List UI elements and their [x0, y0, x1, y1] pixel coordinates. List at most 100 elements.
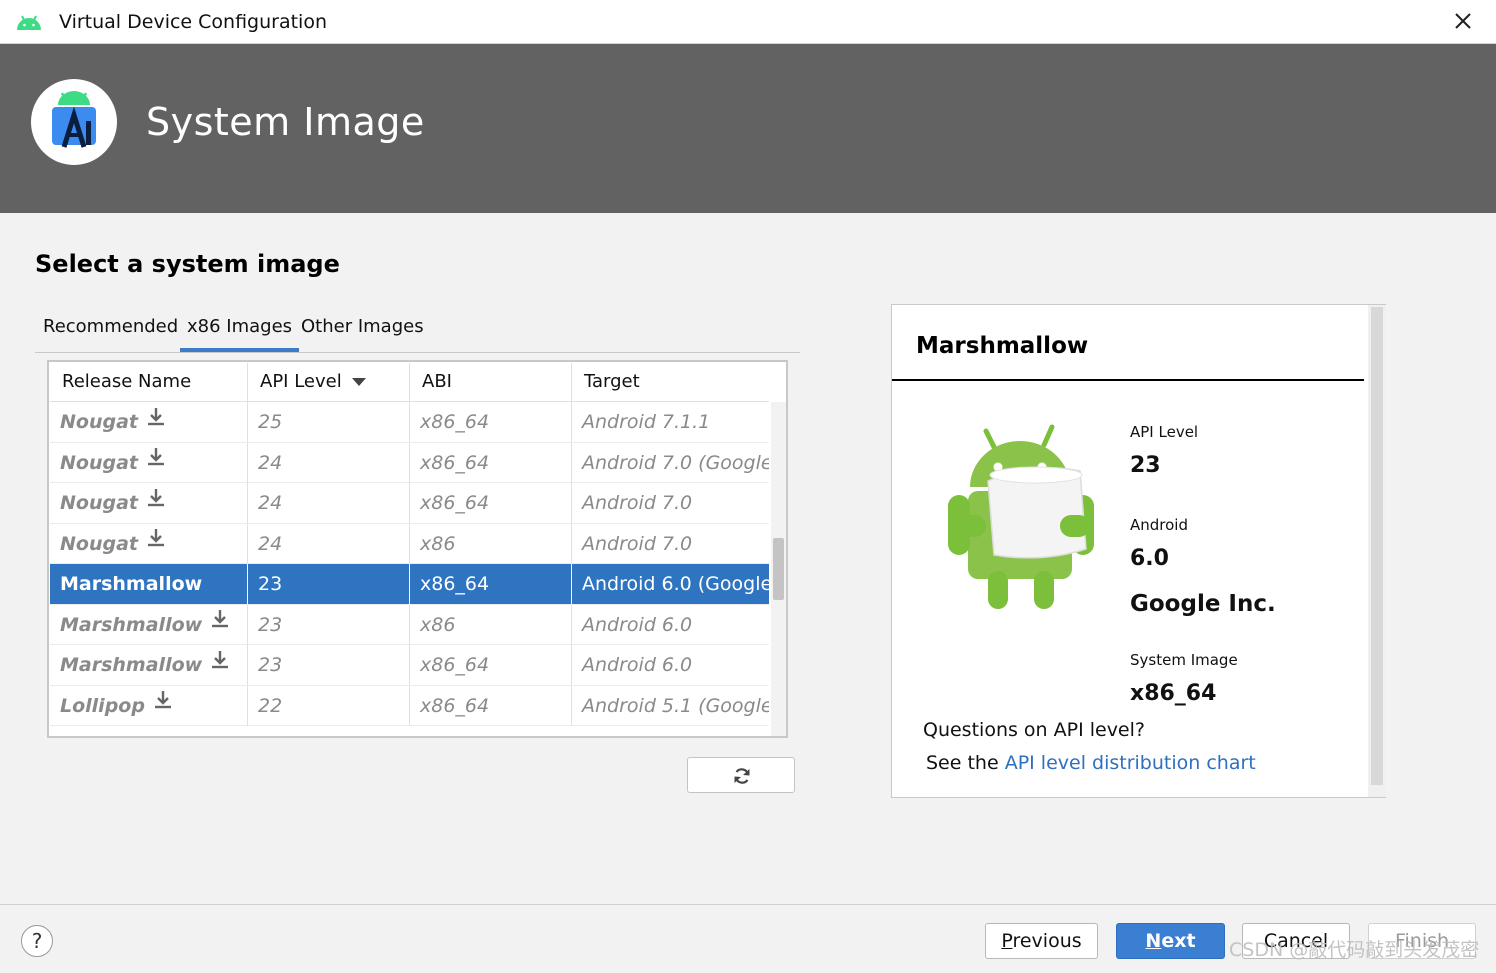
- cell-abi: x86_64: [410, 645, 572, 685]
- mnemonic: N: [1145, 930, 1162, 952]
- cell-text: Android 7.0 (Google APIs): [582, 451, 769, 474]
- hint-prefix: See the: [926, 752, 1005, 774]
- details-scrollbar[interactable]: [1368, 305, 1386, 797]
- cell-target: Android 6.0: [572, 645, 769, 685]
- cell-api: 25: [248, 402, 410, 442]
- cell-api: 23: [248, 604, 410, 645]
- cell-text: x86: [420, 532, 456, 555]
- cell-text: x86_64: [420, 694, 490, 717]
- table-row[interactable]: Nougat 24 x86_64 Android 7.0: [50, 483, 769, 524]
- cell-text: Nougat: [60, 451, 138, 474]
- tab-recommended[interactable]: Recommended: [43, 314, 178, 348]
- table-row[interactable]: Marshmallow 23 x86_64 Android 6.0 (Google A…: [50, 564, 769, 605]
- cell-abi: x86_64: [410, 483, 572, 523]
- android-icon: [17, 15, 41, 30]
- tab-x86-images[interactable]: x86 Images: [180, 314, 300, 352]
- download-icon[interactable]: [146, 483, 166, 521]
- cell-name: Nougat: [50, 402, 248, 442]
- download-icon[interactable]: [210, 645, 230, 683]
- table-row[interactable]: Marshmallow 23 x86_64 Android 6.0: [50, 645, 769, 686]
- cell-text: Android 6.0: [582, 613, 693, 636]
- system-image-value: x86_64: [1130, 681, 1217, 706]
- cell-abi: x86_64: [410, 685, 572, 726]
- section-title: Select a system image: [35, 250, 340, 278]
- api-level-value: 23: [1130, 453, 1161, 478]
- cell-api: 23: [248, 564, 410, 604]
- cell-api: 24: [248, 442, 410, 483]
- cell-name: Nougat: [50, 523, 248, 564]
- download-icon[interactable]: [210, 605, 230, 643]
- api-chart-hint: See the API level distribution chart: [926, 752, 1256, 774]
- column-header-abi[interactable]: ABI: [410, 363, 572, 401]
- cell-api: 23: [248, 645, 410, 685]
- previous-button[interactable]: Previous: [985, 923, 1098, 959]
- cell-api: 24: [248, 523, 410, 564]
- system-image-label: System Image: [1130, 651, 1238, 669]
- cell-target: Android 6.0 (Google APIs): [572, 564, 769, 604]
- next-button[interactable]: Next: [1116, 923, 1225, 959]
- table-row[interactable]: Nougat 24 x86_64 Android 7.0 (Google APIs): [50, 442, 769, 483]
- tab-other-images[interactable]: Other Images: [301, 314, 424, 348]
- cell-target: Android 6.0: [572, 605, 769, 645]
- header-banner: System Image: [0, 44, 1496, 213]
- details-scrollbar-thumb[interactable]: [1371, 307, 1383, 785]
- cell-text: Android 6.0 (Google APIs): [582, 573, 769, 595]
- cell-text: Nougat: [60, 492, 138, 514]
- api-distribution-link[interactable]: API level distribution chart: [1005, 752, 1256, 774]
- cell-abi: x86_64: [410, 564, 572, 604]
- cell-abi: x86: [410, 604, 572, 645]
- cell-text: x86_64: [420, 492, 490, 514]
- download-icon[interactable]: [146, 402, 166, 440]
- cell-text: 22: [258, 694, 283, 717]
- cell-text: Android 6.0: [582, 654, 693, 676]
- cell-text: Nougat: [60, 532, 138, 555]
- title-bar: Virtual Device Configuration: [0, 0, 1496, 44]
- column-header-release-name[interactable]: Release Name: [50, 363, 248, 401]
- column-label: Target: [584, 371, 640, 392]
- close-icon[interactable]: [1450, 8, 1476, 34]
- cell-target: Android 7.0: [572, 483, 769, 523]
- android-studio-logo: [31, 79, 117, 165]
- cell-text: x86_64: [420, 411, 490, 433]
- button-label: revious: [1012, 930, 1082, 952]
- page-heading: System Image: [146, 100, 425, 144]
- refresh-button[interactable]: [687, 757, 795, 793]
- watermark: CSDN @敲代码敲到头发茂密: [1229, 939, 1480, 961]
- cell-text: x86_64: [420, 654, 490, 676]
- table-row[interactable]: Marshmallow 23 x86 Android 6.0: [50, 604, 769, 645]
- details-divider: [892, 379, 1364, 381]
- cell-name: Lollipop: [50, 685, 248, 726]
- scrollbar-thumb[interactable]: [773, 538, 784, 600]
- table-row[interactable]: Nougat 25 x86_64 Android 7.1.1: [50, 402, 769, 443]
- cell-text: Android 7.0: [582, 492, 693, 514]
- download-icon[interactable]: [153, 686, 173, 724]
- cell-target: Android 5.1 (Google APIs): [572, 686, 769, 726]
- cell-text: x86_64: [420, 451, 490, 474]
- api-level-label: API Level: [1130, 423, 1199, 441]
- table-row[interactable]: Nougat 24 x86 Android 7.0: [50, 523, 769, 564]
- table-header: Release Name API Level ABI Target: [50, 363, 769, 402]
- column-header-api-level[interactable]: API Level: [248, 363, 410, 401]
- cell-target: Android 7.0 (Google APIs): [572, 443, 769, 483]
- column-label: ABI: [422, 371, 452, 392]
- download-icon[interactable]: [146, 443, 166, 481]
- cell-api: 24: [248, 483, 410, 523]
- cell-abi: x86_64: [410, 442, 572, 483]
- cell-target: Android 7.0: [572, 524, 769, 564]
- android-version-label: Android: [1130, 516, 1188, 534]
- refresh-icon: [734, 768, 750, 784]
- cell-abi: x86: [410, 523, 572, 564]
- api-question-text: Questions on API level?: [923, 719, 1145, 741]
- cell-name: Marshmallow: [50, 645, 248, 685]
- help-button[interactable]: ?: [21, 925, 53, 957]
- vendor-value: Google Inc.: [1130, 591, 1276, 617]
- table-scrollbar[interactable]: [771, 402, 786, 736]
- cell-text: Android 7.0: [582, 532, 693, 555]
- download-icon[interactable]: [146, 524, 166, 562]
- column-header-target[interactable]: Target: [572, 363, 769, 401]
- cell-text: 24: [258, 451, 283, 474]
- details-title: Marshmallow: [916, 333, 1089, 359]
- cell-text: 23: [258, 613, 283, 636]
- table-row[interactable]: Lollipop 22 x86_64 Android 5.1 (Google APIs…: [50, 685, 769, 726]
- cell-text: Nougat: [60, 411, 138, 433]
